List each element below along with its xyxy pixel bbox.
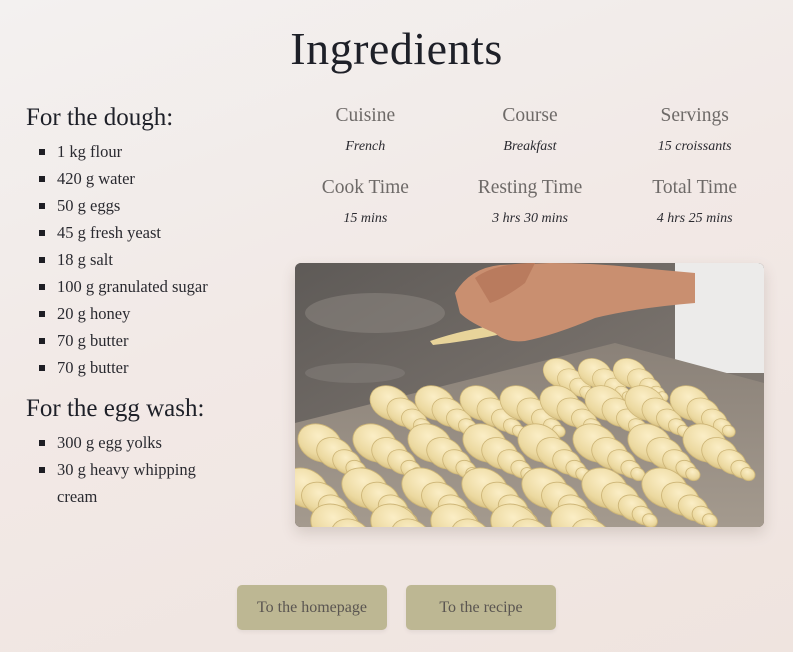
info-resting-time: Resting Time 3 hrs 30 mins	[448, 176, 613, 228]
list-item: 20 g honey	[38, 300, 276, 327]
recipe-button[interactable]: To the recipe	[406, 585, 556, 630]
info-cook-time: Cook Time 15 mins	[283, 176, 448, 228]
croissant-photo	[295, 263, 764, 527]
navigation-buttons: To the homepage To the recipe	[0, 585, 793, 630]
info-label: Course	[502, 105, 558, 126]
list-item: 18 g salt	[38, 246, 276, 273]
info-value: 15 croissants	[657, 139, 732, 154]
section-heading-dough: For the dough:	[26, 104, 174, 131]
info-value: 3 hrs 30 mins	[492, 211, 568, 226]
list-item: 70 g butter	[38, 354, 276, 381]
recipe-info-grid: Cuisine French Course Breakfast Servings…	[283, 104, 777, 228]
info-servings: Servings 15 croissants	[612, 104, 777, 156]
info-label: Servings	[660, 105, 729, 126]
info-value: French	[345, 139, 386, 154]
list-item: 300 g egg yolks	[38, 429, 276, 456]
info-label: Cook Time	[321, 177, 409, 198]
info-total-time: Total Time 4 hrs 25 mins	[612, 176, 777, 228]
info-value: 4 hrs 25 mins	[656, 211, 733, 226]
page-title: Ingredients	[290, 23, 503, 74]
list-item: 420 g water	[38, 165, 276, 192]
info-label: Cuisine	[335, 105, 396, 126]
info-label: Resting Time	[477, 177, 583, 198]
dough-items: 1 kg flour 420 g water 50 g eggs 45 g fr…	[26, 138, 276, 381]
info-cuisine: Cuisine French	[283, 104, 448, 156]
info-value: Breakfast	[503, 139, 557, 154]
list-item: 1 kg flour	[38, 138, 276, 165]
info-course: Course Breakfast	[448, 104, 613, 156]
info-value: 15 mins	[343, 211, 388, 226]
croissant-photo-illustration	[295, 263, 764, 527]
homepage-button[interactable]: To the homepage	[237, 585, 387, 630]
info-label: Total Time	[652, 177, 738, 198]
list-item: 100 g granulated sugar	[38, 273, 276, 300]
list-item: 70 g butter	[38, 327, 276, 354]
ingredients-list: For the dough: 1 kg flour 420 g water 50…	[26, 104, 276, 510]
list-item: 30 g heavy whipping cream	[38, 456, 207, 510]
egg-wash-items: 300 g egg yolks 30 g heavy whipping crea…	[26, 429, 276, 510]
section-heading-egg-wash: For the egg wash:	[26, 395, 205, 422]
list-item: 45 g fresh yeast	[38, 219, 276, 246]
list-item: 50 g eggs	[38, 192, 276, 219]
